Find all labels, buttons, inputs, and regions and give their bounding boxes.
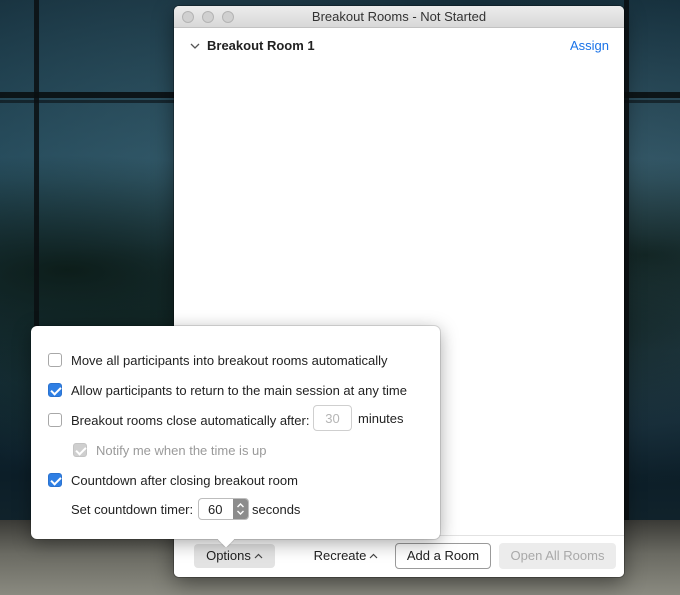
options-button-label: Options — [206, 548, 251, 563]
options-button[interactable]: Options — [194, 544, 275, 568]
recreate-button[interactable]: Recreate — [306, 544, 386, 568]
notify-label: Notify me when the time is up — [96, 442, 267, 458]
open-all-rooms-button: Open All Rooms — [499, 543, 616, 569]
recreate-button-label: Recreate — [313, 548, 367, 563]
auto-close-label: Breakout rooms close automatically after… — [71, 412, 310, 428]
countdown-timer-stepper[interactable]: 60 — [198, 498, 249, 520]
move-auto-checkbox[interactable] — [48, 353, 62, 367]
minutes-field[interactable] — [313, 405, 352, 431]
notify-checkbox — [73, 443, 87, 457]
bottom-toolbar: Options Recreate Add a Room Open All Roo… — [174, 535, 624, 577]
window-controls — [182, 11, 234, 23]
options-popover: Move all participants into breakout room… — [31, 326, 440, 539]
chevron-down-icon[interactable] — [190, 42, 200, 50]
popover-arrow — [218, 539, 234, 547]
allow-return-checkbox[interactable] — [48, 383, 62, 397]
option-allow-return[interactable]: Allow participants to return to the main… — [48, 381, 407, 399]
option-notify: Notify me when the time is up — [73, 441, 267, 459]
add-room-button[interactable]: Add a Room — [395, 543, 491, 569]
option-move-auto[interactable]: Move all participants into breakout room… — [48, 351, 387, 369]
close-window-button[interactable] — [182, 11, 194, 23]
minimize-window-button[interactable] — [202, 11, 214, 23]
auto-close-checkbox[interactable] — [48, 413, 62, 427]
stepper-arrows[interactable] — [233, 499, 248, 519]
countdown-timer-value[interactable]: 60 — [208, 502, 222, 517]
minutes-unit-label: minutes — [358, 411, 404, 426]
room-name: Breakout Room 1 — [207, 38, 315, 53]
zoom-window-button[interactable] — [222, 11, 234, 23]
option-countdown[interactable]: Countdown after closing breakout room — [48, 471, 298, 489]
move-auto-label: Move all participants into breakout room… — [71, 352, 388, 368]
countdown-timer-label: Set countdown timer: — [71, 502, 194, 517]
option-auto-close[interactable]: Breakout rooms close automatically after… — [48, 411, 309, 429]
seconds-unit-label: seconds — [252, 502, 301, 517]
countdown-label: Countdown after closing breakout room — [71, 472, 298, 488]
title-bar: Breakout Rooms - Not Started — [174, 6, 624, 28]
room-row[interactable]: Breakout Room 1 Assign — [174, 36, 624, 58]
assign-link[interactable]: Assign — [570, 38, 609, 53]
window-frame-post — [624, 0, 629, 595]
countdown-checkbox[interactable] — [48, 473, 62, 487]
allow-return-label: Allow participants to return to the main… — [71, 382, 407, 398]
chevron-up-icon — [254, 553, 263, 559]
chevron-up-icon — [369, 553, 378, 559]
up-down-arrows-icon — [237, 503, 244, 515]
window-title: Breakout Rooms - Not Started — [311, 9, 487, 24]
